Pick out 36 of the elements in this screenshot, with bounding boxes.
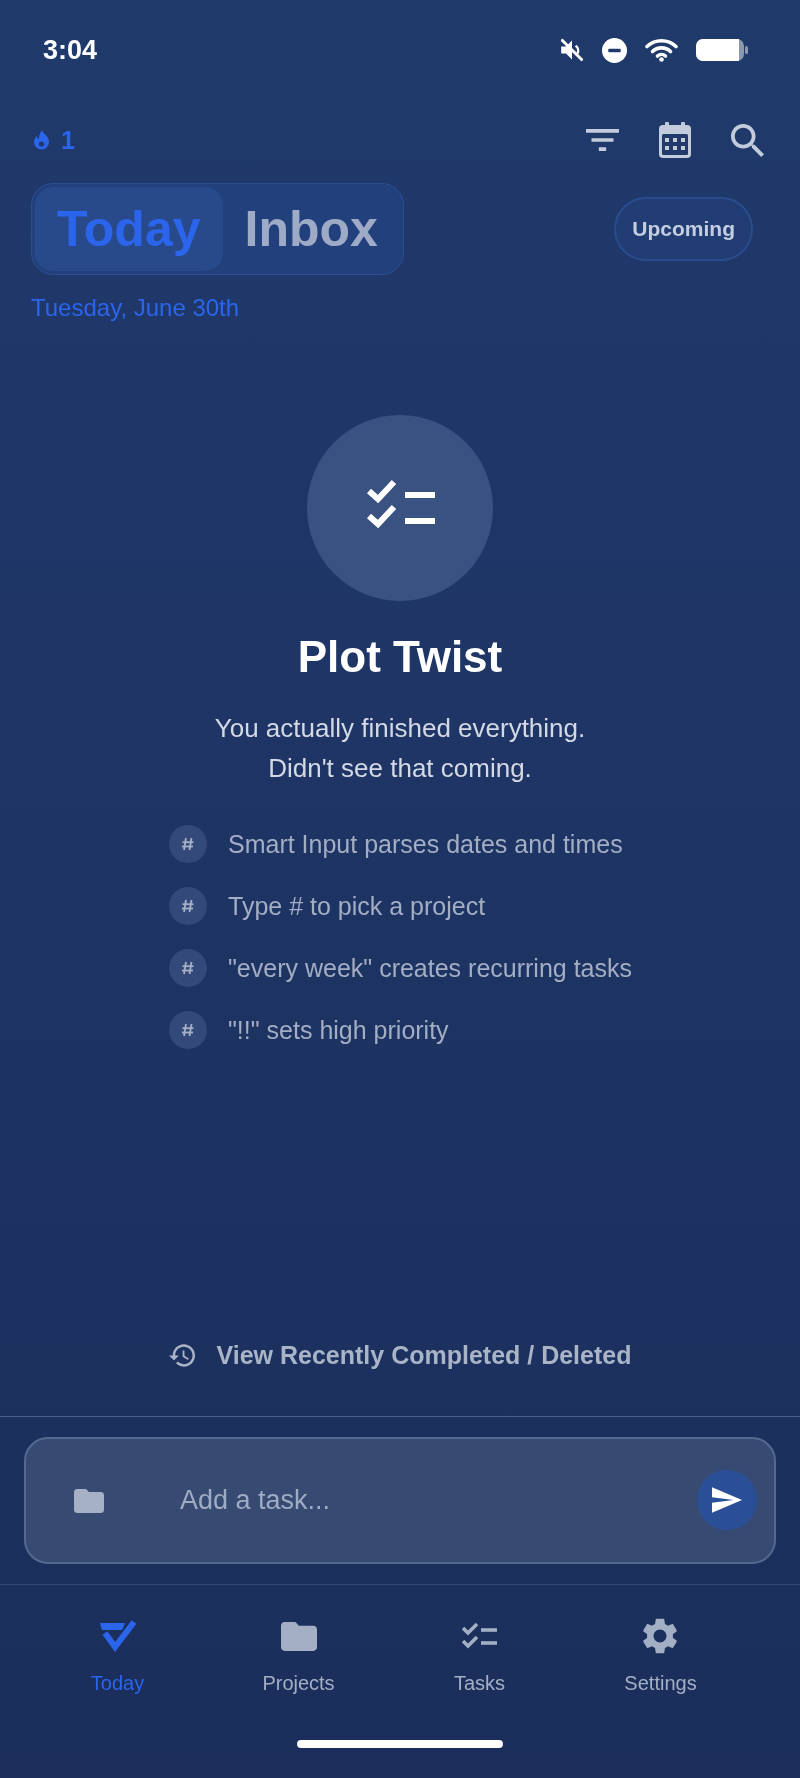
date-label: Tuesday, June 30th — [31, 294, 240, 321]
nav-tab[interactable]: Settings — [624, 1585, 697, 1720]
streak-count: 1 — [61, 127, 75, 153]
tip-text: Type # to pick a project — [228, 893, 486, 919]
hash-icon — [169, 825, 207, 863]
settings-icon — [643, 1618, 678, 1654]
hash-icon — [169, 1011, 207, 1049]
checklist-badge-icon — [307, 415, 493, 601]
recently-completed-link[interactable]: View Recently Completed / Deleted — [168, 1342, 632, 1368]
check-logo-icon — [99, 1620, 136, 1652]
folder-icon — [280, 1621, 317, 1651]
checklist-icon — [461, 1622, 498, 1650]
history-icon — [168, 1343, 195, 1367]
hash-icon — [169, 949, 207, 987]
hash-icon — [169, 887, 207, 925]
empty-state-title: Plot Twist — [297, 631, 503, 683]
view-tab[interactable]: Inbox — [222, 187, 400, 271]
send-icon — [712, 1487, 742, 1513]
flame-icon — [34, 130, 49, 150]
status-time: 3:04 — [43, 36, 98, 64]
tip-text: Smart Input parses dates and times — [228, 831, 623, 857]
search-icon[interactable] — [731, 123, 764, 157]
muted-speaker-icon — [560, 38, 584, 62]
nav-tab[interactable]: Projects — [262, 1585, 335, 1720]
minus-circle-icon — [602, 37, 627, 63]
wifi-icon — [645, 38, 678, 62]
upcoming-button[interactable]: Upcoming — [614, 197, 753, 261]
task-input-field[interactable]: Add a task... — [24, 1437, 776, 1564]
empty-state-message: You actually finished everything. Didn't see that coming. — [213, 712, 587, 785]
filter-icon[interactable] — [586, 129, 619, 151]
calendar-icon[interactable] — [659, 122, 691, 158]
tip-text: "every week" creates recurring tasks — [228, 955, 632, 981]
battery-icon — [696, 38, 748, 62]
folder-icon[interactable] — [74, 1489, 104, 1513]
nav-tab[interactable]: Tasks — [453, 1585, 506, 1720]
tip-text: "!!" sets high priority — [228, 1017, 449, 1043]
